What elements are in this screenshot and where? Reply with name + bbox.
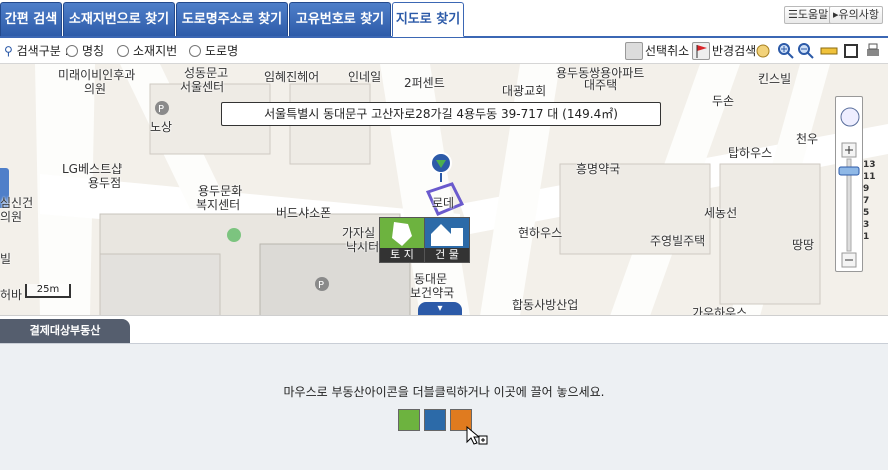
tab-unique-number[interactable]: 고유번호로 찾기 xyxy=(289,2,391,37)
map-label: 로데 xyxy=(432,196,455,210)
tab-bar: 간편 검색 소재지번으로 찾기 도로명주소로 찾기 고유번호로 찾기 지도로 찾… xyxy=(0,0,888,38)
zoom-level-label: 7 xyxy=(863,196,870,206)
drop-hint: 마우스로 부동산아이콘을 더블클릭하거나 이곳에 끌어 놓으세요. xyxy=(283,385,605,399)
map-label: 버드샤소폰 xyxy=(276,206,332,220)
zoom-level-label: 5 xyxy=(863,208,870,218)
svg-text:P: P xyxy=(158,104,164,115)
map-label: 대광교회 xyxy=(502,84,547,98)
building-poi-button[interactable]: 건 물 xyxy=(424,217,470,263)
notice-button[interactable]: ▸유의사항 xyxy=(829,6,884,24)
tab-simple-search[interactable]: 간편 검색 xyxy=(0,2,62,37)
zoom-graphic xyxy=(838,107,860,268)
land-icon xyxy=(392,222,412,246)
land-poi-label: 토 지 xyxy=(380,248,424,262)
map-label: 두손 xyxy=(712,94,735,108)
radio-circle[interactable] xyxy=(189,45,201,57)
map-label: 의원 xyxy=(84,82,107,96)
map-label: 현하우스 xyxy=(518,226,563,240)
search-icon: ⚲ xyxy=(4,44,13,58)
map-label: 탑하우스 xyxy=(728,146,773,160)
map-label: 주영빌주택 xyxy=(650,234,706,248)
map-label: 낙시터 xyxy=(346,240,380,254)
collapse-button[interactable]: ▾ xyxy=(418,302,462,315)
building-mini-icon[interactable] xyxy=(424,409,446,431)
radio-name[interactable]: 명칭 xyxy=(66,42,104,60)
hand-icon[interactable] xyxy=(754,42,772,60)
area-icon[interactable] xyxy=(842,42,860,60)
radio-lot[interactable]: 소재지번 xyxy=(117,42,177,60)
zoom-level-label: 9 xyxy=(863,184,870,194)
tab-lot-number[interactable]: 소재지번으로 찾기 xyxy=(63,2,175,37)
tab-road-address[interactable]: 도로명주소로 찾기 xyxy=(176,2,288,37)
radio-name-label: 명칭 xyxy=(82,44,105,58)
map-label: 노상 xyxy=(150,120,173,134)
map-label: 임혜진헤어 xyxy=(264,70,320,84)
map-label: 서울센터 xyxy=(180,80,225,94)
zoom-level-label: 11 xyxy=(863,172,876,182)
tab-map-search[interactable]: 지도로 찾기 xyxy=(392,2,464,37)
zoom-level-label: 13 xyxy=(863,160,876,170)
chevron-down-icon: ▾ xyxy=(437,303,443,314)
map-label: 빌 xyxy=(0,252,12,266)
map-label: 대주택 xyxy=(584,78,618,92)
notice-label: 유의사항 xyxy=(838,8,880,21)
drag-cursor-icon xyxy=(466,425,488,446)
map-label: 2퍼센트 xyxy=(404,76,445,90)
map-label: 흥명약국 xyxy=(576,162,621,176)
map-label: 허바 xyxy=(0,288,23,302)
map-view[interactable]: P P 미래이비인후과 의원 성동문고 서울센터 임혜진헤어 인네일 2퍼센트 … xyxy=(0,64,888,316)
drop-zone[interactable]: 마우스로 부동산아이콘을 더블클릭하거나 이곳에 끌어 놓으세요. xyxy=(0,343,888,470)
map-label: 땅땅 xyxy=(792,238,815,252)
land-mini-icon[interactable] xyxy=(398,409,420,431)
zoom-level-label: 1 xyxy=(863,232,870,242)
map-label: 킨스빌 xyxy=(758,72,792,86)
svg-text:P: P xyxy=(318,280,324,291)
app-root: 간편 검색 소재지번으로 찾기 도로명주소로 찾기 고유번호로 찾기 지도로 찾… xyxy=(0,0,888,470)
zoom-in-icon[interactable] xyxy=(777,42,795,60)
radius-flag-icon[interactable] xyxy=(692,42,710,60)
zoom-out-icon[interactable] xyxy=(797,42,815,60)
map-label: 보건약국 xyxy=(410,286,455,300)
park-marker xyxy=(227,228,241,242)
search-type-label-wrap: ⚲ 검색구분 : xyxy=(4,42,69,60)
flag-shape xyxy=(696,45,707,58)
tab-target-property[interactable]: 결제대상부동산 xyxy=(0,319,130,343)
map-label: 천우 xyxy=(796,132,819,146)
zoom-level-label: 3 xyxy=(863,220,870,230)
deselect-icon[interactable] xyxy=(625,42,643,60)
map-scale: 25m xyxy=(25,284,71,298)
ruler-icon[interactable] xyxy=(820,42,838,60)
location-pin-icon[interactable] xyxy=(430,152,452,182)
map-label: 의원 xyxy=(0,210,23,224)
map-label: 합동사방산업 xyxy=(512,298,579,312)
radio-road[interactable]: 도로명 xyxy=(189,42,238,60)
building-icon xyxy=(431,224,463,246)
map-label: 인네일 xyxy=(348,70,382,84)
help-label: 도움말 xyxy=(797,8,829,21)
search-type-label: 검색구분 : xyxy=(16,44,69,58)
radius-search-button[interactable]: 반경검색 xyxy=(712,42,756,60)
radio-circle[interactable] xyxy=(117,45,129,57)
help-button[interactable]: ☰도움말 xyxy=(784,6,833,24)
list-icon: ☰ xyxy=(788,8,798,21)
map-label: 세농선 xyxy=(704,206,738,220)
radio-circle[interactable] xyxy=(66,45,78,57)
search-bar: ⚲ 검색구분 : 명칭 소재지번 도로명 선택취소 반경검색 xyxy=(0,38,888,64)
radio-road-label: 도로명 xyxy=(205,44,239,58)
map-label: 용두점 xyxy=(88,176,122,190)
building-poi-label: 건 물 xyxy=(425,248,469,262)
print-icon[interactable] xyxy=(864,42,882,60)
map-label: 복지센터 xyxy=(196,198,241,212)
zoom-control xyxy=(835,96,863,272)
land-poi-button[interactable]: 토 지 xyxy=(379,217,425,263)
deselect-button[interactable]: 선택취소 xyxy=(645,42,689,60)
radio-lot-label: 소재지번 xyxy=(133,44,178,58)
address-tooltip: 서울특별시 동대문구 고산자로28가길 4용두동 39-717 대 (149.4… xyxy=(221,102,661,126)
map-label: 가우하우스 xyxy=(692,306,748,316)
